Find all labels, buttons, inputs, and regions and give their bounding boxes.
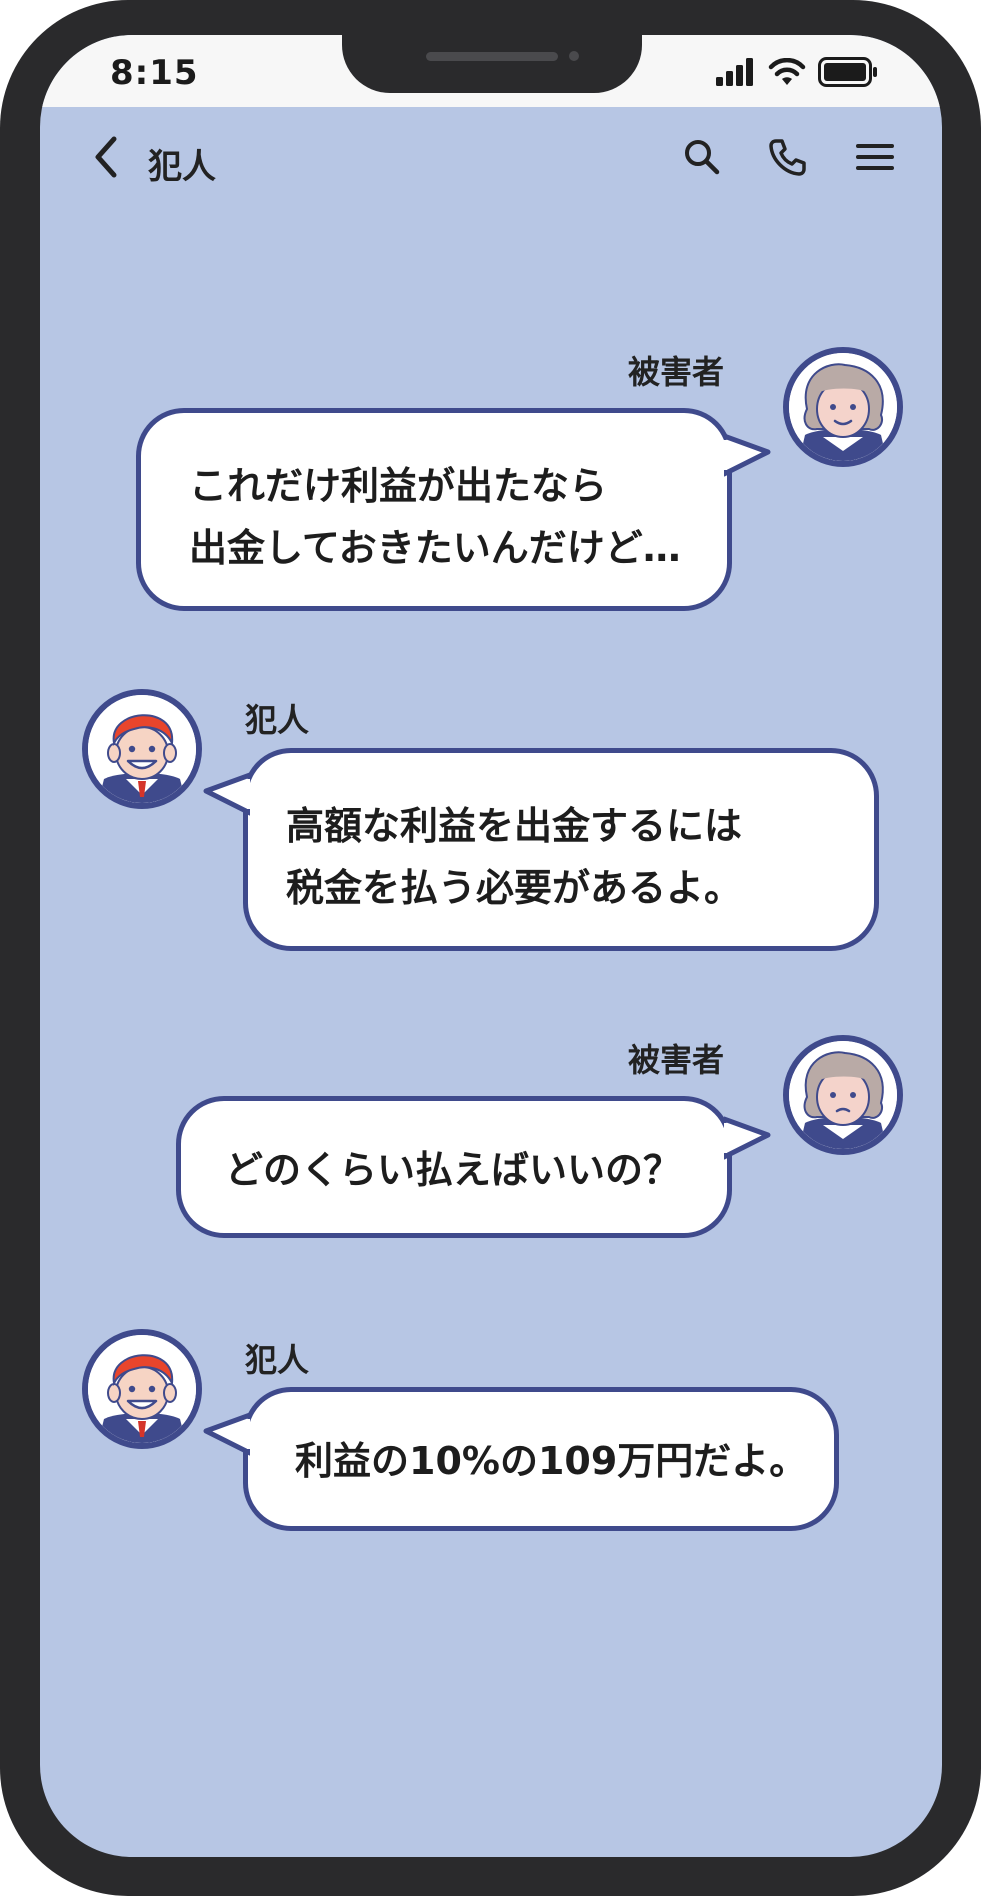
battery-icon <box>818 57 877 87</box>
message-text-line: 利益の10%の109万円だよ。 <box>295 1439 808 1483</box>
message-text-line: 出金しておきたいんだけど… <box>189 526 681 570</box>
notch <box>342 35 642 93</box>
message-text-line: どのくらい払えばいいの？ <box>225 1148 682 1192</box>
chat-screen: 8:15 犯人 被害者 これだけ利益が出たなら 出金しておきたいんだけど… 犯人… <box>40 35 942 1857</box>
bubble-tail <box>203 772 250 816</box>
message-bubble-4: 利益の10%の109万円だよ。 <box>243 1387 839 1531</box>
avatar-scammer <box>82 689 202 809</box>
chat-header: 犯人 <box>40 107 942 197</box>
phone-icon[interactable] <box>768 137 808 177</box>
speaker-grille <box>426 52 558 61</box>
phone-frame: 8:15 犯人 被害者 これだけ利益が出たなら 出金しておきたいんだけど… 犯人… <box>0 0 981 1896</box>
message-bubble-3: どのくらい払えばいいの？ <box>176 1096 732 1238</box>
young-man-icon <box>88 1335 196 1443</box>
sender-name-victim: 被害者 <box>628 1041 725 1079</box>
status-time: 8:15 <box>110 53 199 93</box>
avatar-scammer <box>82 1329 202 1449</box>
bubble-tail <box>724 433 771 477</box>
menu-icon[interactable] <box>855 137 895 177</box>
chevron-left-icon[interactable] <box>88 135 124 179</box>
sender-name-victim: 被害者 <box>628 353 725 391</box>
avatar-victim <box>783 347 903 467</box>
status-icons <box>716 57 878 87</box>
signal-icon <box>716 58 753 86</box>
chat-title: 犯人 <box>148 147 216 187</box>
bubble-tail <box>203 1412 250 1456</box>
message-text-line: 税金を払う必要があるよ。 <box>286 866 743 910</box>
elderly-woman-icon <box>789 1041 897 1149</box>
message-text-line: 高額な利益を出金するには <box>286 804 743 848</box>
front-camera <box>569 51 579 61</box>
message-bubble-2: 高額な利益を出金するには 税金を払う必要があるよ。 <box>243 748 879 951</box>
sender-name-scammer: 犯人 <box>245 1341 310 1379</box>
elderly-woman-icon <box>789 353 897 461</box>
search-icon[interactable] <box>682 137 722 177</box>
message-bubble-1: これだけ利益が出たなら 出金しておきたいんだけど… <box>136 408 732 611</box>
wifi-icon <box>768 58 806 85</box>
message-text-line: これだけ利益が出たなら <box>189 464 608 508</box>
sender-name-scammer: 犯人 <box>245 701 310 739</box>
bubble-tail <box>724 1116 771 1160</box>
avatar-victim <box>783 1035 903 1155</box>
young-man-icon <box>88 695 196 803</box>
